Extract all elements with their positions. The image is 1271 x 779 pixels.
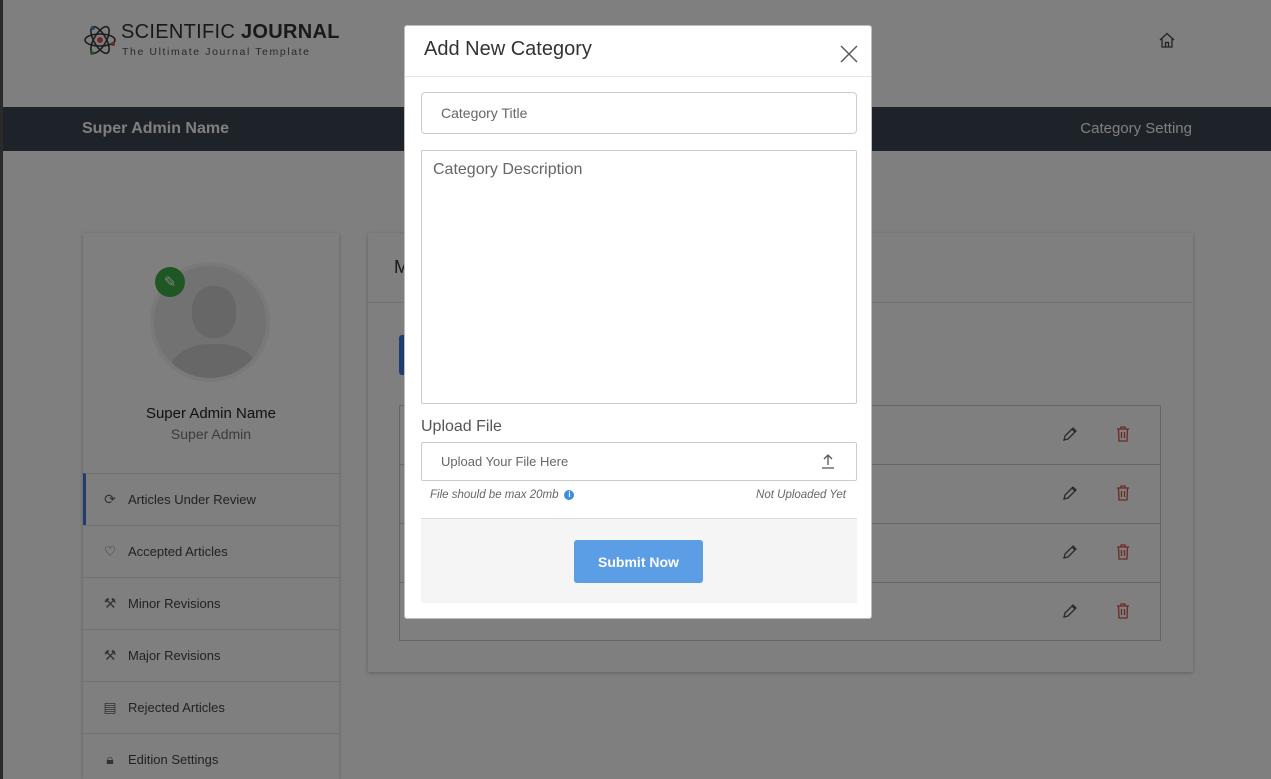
add-category-modal: Add New Category Upload File Upload Your… [404,25,872,619]
modal-header: Add New Category [405,26,871,77]
upload-label: Upload File [421,418,502,435]
category-description-textarea[interactable] [421,150,857,404]
info-icon[interactable]: i [564,490,575,500]
upload-placeholder: Upload Your File Here [441,454,569,469]
close-icon[interactable] [840,45,858,63]
file-size-hint: File should be max 20mb i [430,489,575,501]
modal-title: Add New Category [424,38,592,60]
category-title-input[interactable] [421,92,857,134]
file-size-hint-text: File should be max 20mb [430,489,559,501]
modal-footer: Submit Now [421,518,857,603]
file-upload-field[interactable]: Upload Your File Here [421,442,857,481]
upload-status: Not Uploaded Yet [756,489,846,501]
upload-icon[interactable] [820,453,836,470]
submit-button[interactable]: Submit Now [574,540,703,583]
